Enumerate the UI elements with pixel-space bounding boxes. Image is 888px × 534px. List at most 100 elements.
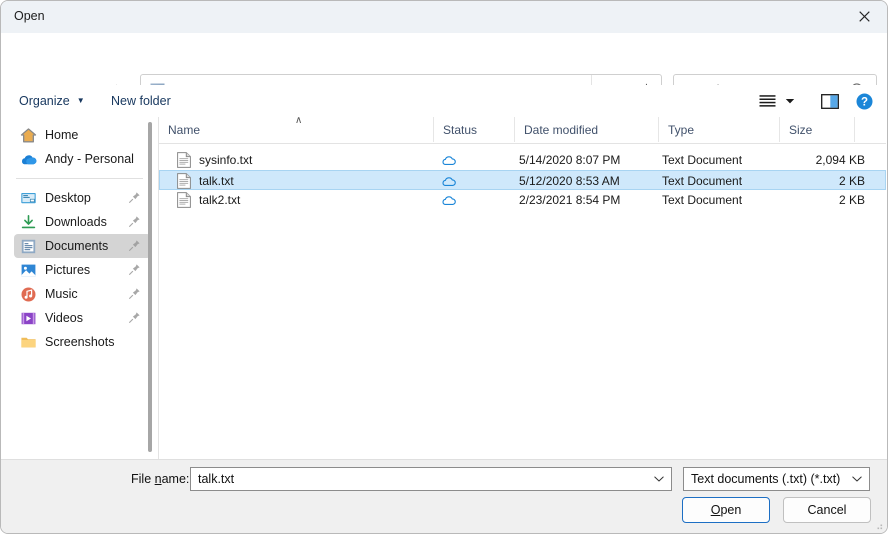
preview-pane-icon — [821, 94, 839, 109]
column-label: Date modified — [524, 123, 598, 137]
sidebar-divider — [16, 178, 143, 179]
file-type-value: Text documents (.txt) (*.txt) — [691, 472, 840, 486]
open-label-rest: pen — [720, 503, 741, 517]
cell-status — [441, 190, 456, 210]
cell-size: 2 KB — [839, 171, 865, 191]
open-button[interactable]: Open — [682, 497, 770, 523]
file-type-dropdown-button[interactable] — [846, 468, 868, 490]
sidebar-item-label: Screenshots — [45, 335, 114, 349]
cell-date-modified: 2/23/2021 8:54 PM — [519, 190, 620, 210]
sidebar-item-desktop[interactable]: Desktop — [14, 186, 151, 210]
dialog-title: Open — [14, 9, 45, 23]
folder-icon — [20, 334, 37, 351]
sidebar-item-label: Pictures — [45, 263, 90, 277]
sidebar-item-music[interactable]: Music — [14, 282, 151, 306]
table-row[interactable]: talk2.txt 2/23/2021 8:54 PM Text Documen… — [159, 190, 886, 210]
table-row[interactable]: talk.txt 5/12/2020 8:53 AM Text Document… — [159, 170, 886, 190]
pin-icon[interactable] — [128, 263, 141, 276]
cancel-label: Cancel — [808, 503, 847, 517]
cell-status — [441, 171, 456, 191]
open-label-accel: O — [711, 503, 721, 517]
pictures-icon — [20, 262, 37, 279]
column-header-name[interactable]: Name ∧ — [159, 117, 434, 142]
new-folder-label: New folder — [111, 94, 171, 108]
close-button[interactable] — [841, 1, 887, 32]
column-headers: Name ∧ Status Date modified Type Size — [159, 117, 886, 144]
file-name-label-pre: File — [131, 472, 155, 486]
column-label: Name — [168, 123, 200, 137]
table-row[interactable]: sysinfo.txt 5/14/2020 8:07 PM Text Docum… — [159, 150, 886, 170]
cell-type: Text Document — [662, 150, 742, 170]
sidebar-item-label: Downloads — [45, 215, 107, 229]
column-header-status[interactable]: Status — [434, 117, 515, 142]
cell-type: Text Document — [662, 171, 742, 191]
column-header-type[interactable]: Type — [659, 117, 780, 142]
organize-menu-button[interactable]: Organize ▼ — [13, 85, 91, 117]
svg-text:?: ? — [861, 96, 868, 108]
file-name: talk.txt — [199, 174, 234, 188]
cloud-icon — [441, 174, 456, 189]
file-name-label-post: ame: — [162, 472, 190, 486]
cell-date-modified: 5/12/2020 8:53 AM — [519, 171, 620, 191]
sidebar-item-home[interactable]: Home — [14, 123, 151, 147]
file-name-input[interactable]: talk.txt — [190, 467, 672, 491]
home-icon — [20, 127, 37, 144]
videos-icon — [20, 310, 37, 327]
file-name-dropdown-button[interactable] — [648, 468, 670, 490]
text-document-icon — [177, 173, 191, 189]
chevron-down-icon: ▼ — [77, 97, 85, 105]
sidebar-item-screenshots[interactable]: Screenshots — [14, 330, 151, 354]
pin-icon[interactable] — [128, 287, 141, 300]
cell-size: 2,094 KB — [816, 150, 865, 170]
column-header-date-modified[interactable]: Date modified — [515, 117, 659, 142]
list-view-icon — [759, 94, 776, 108]
file-list-pane: Name ∧ Status Date modified Type Size — [158, 117, 886, 462]
file-name-label: File name: — [131, 472, 189, 486]
column-label: Status — [443, 123, 477, 137]
file-name-value: talk.txt — [198, 472, 234, 486]
file-type-select[interactable]: Text documents (.txt) (*.txt) — [683, 467, 870, 491]
cell-type: Text Document — [662, 190, 742, 210]
pin-icon[interactable] — [128, 191, 141, 204]
sidebar-item-label: Music — [45, 287, 78, 301]
cell-name: talk2.txt — [177, 190, 240, 210]
text-document-icon — [177, 192, 191, 208]
cancel-button[interactable]: Cancel — [783, 497, 871, 523]
resize-grip-icon[interactable] — [872, 519, 884, 531]
file-name-label-accel: n — [155, 472, 162, 486]
sidebar-scrollbar[interactable] — [148, 122, 152, 452]
column-label: Size — [789, 123, 812, 137]
downloads-icon — [20, 214, 37, 231]
sidebar-item-andy-personal[interactable]: Andy - Personal — [14, 147, 151, 171]
pin-icon[interactable] — [128, 239, 141, 252]
help-button[interactable]: ? — [856, 85, 873, 117]
navigation-sidebar[interactable]: Home Andy - Personal Desktop — [2, 117, 157, 462]
cell-size: 2 KB — [839, 190, 865, 210]
preview-pane-button[interactable] — [821, 85, 839, 117]
sidebar-item-label: Home — [45, 128, 78, 142]
cell-date-modified: 5/14/2020 8:07 PM — [519, 150, 620, 170]
cloud-icon — [441, 153, 456, 168]
command-bar: Organize ▼ New folder — [1, 85, 887, 117]
title-bar: Open — [1, 1, 887, 33]
new-folder-button[interactable]: New folder — [105, 85, 177, 117]
sidebar-item-label: Documents — [45, 239, 108, 253]
onedrive-cloud-icon — [20, 151, 37, 168]
pin-icon[interactable] — [128, 215, 141, 228]
cell-status — [441, 150, 456, 170]
sidebar-item-downloads[interactable]: Downloads — [14, 210, 151, 234]
sidebar-item-documents[interactable]: Documents — [14, 234, 151, 258]
navigation-bar: › Andy - Personal › Documents Search Doc… — [1, 33, 887, 85]
column-header-size[interactable]: Size — [780, 117, 855, 142]
desktop-icon — [20, 190, 37, 207]
help-icon: ? — [856, 93, 873, 110]
sidebar-item-pictures[interactable]: Pictures — [14, 258, 151, 282]
sidebar-item-videos[interactable]: Videos — [14, 306, 151, 330]
pin-icon[interactable] — [128, 311, 141, 324]
file-name: sysinfo.txt — [199, 153, 252, 167]
column-label: Type — [668, 123, 694, 137]
sort-ascending-icon: ∧ — [295, 116, 302, 126]
documents-icon — [20, 238, 37, 255]
view-options-button[interactable] — [759, 85, 795, 117]
file-name: talk2.txt — [199, 193, 240, 207]
